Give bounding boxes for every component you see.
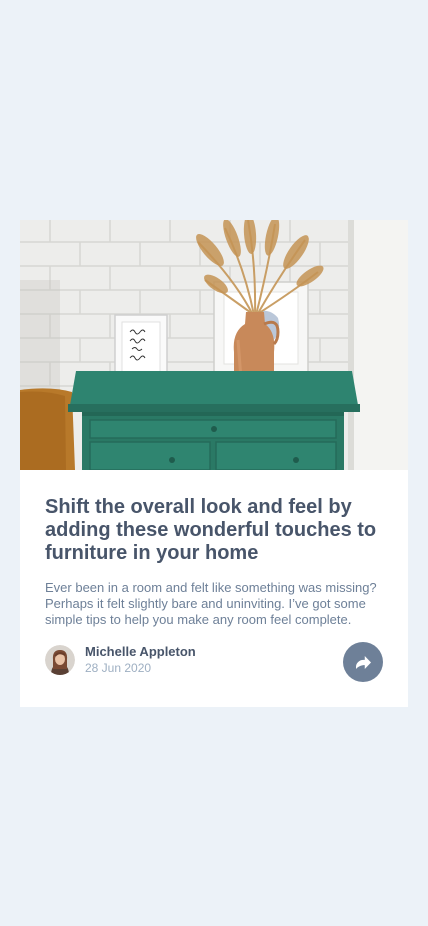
share-icon [355, 655, 371, 669]
author-info: Michelle Appleton 28 Jun 2020 [45, 644, 196, 676]
article-title[interactable]: Shift the overall look and feel by addin… [45, 496, 385, 565]
author-avatar [45, 645, 75, 675]
drawers-hero-image [20, 220, 408, 470]
author-name: Michelle Appleton [85, 644, 196, 659]
article-content: Shift the overall look and feel by addin… [45, 496, 385, 628]
article-excerpt: Ever been in a room and felt like someth… [45, 580, 377, 627]
publish-date: 28 Jun 2020 [85, 661, 152, 675]
article-preview-card: Shift the overall look and feel by addin… [20, 220, 408, 707]
share-button[interactable] [343, 642, 383, 682]
